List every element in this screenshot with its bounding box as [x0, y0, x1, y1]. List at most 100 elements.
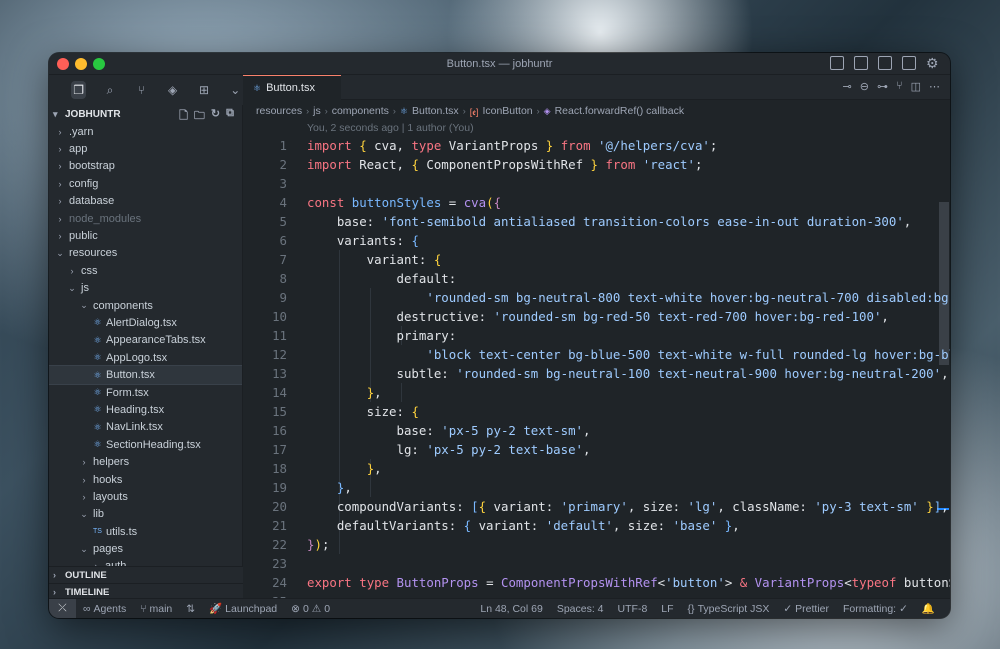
line-number: 9	[279, 290, 287, 305]
breadcrumb-item[interactable]: IconButton	[482, 105, 532, 117]
line-number: 4	[279, 195, 287, 210]
tree-item-label: NavLink.tsx	[106, 421, 163, 434]
commit-icon[interactable]: ⊖	[860, 80, 869, 93]
tab-button-tsx[interactable]: ⚛ Button.tsx	[243, 75, 341, 100]
tree-file[interactable]: ⚛ AppearanceTabs.tsx	[49, 332, 242, 349]
breadcrumb-item[interactable]: Button.tsx	[412, 105, 459, 117]
project-header[interactable]: ▾ JOBHUNTR 🗋 🗀 ↻ ⧉	[49, 105, 242, 123]
blame-annotation[interactable]: You, 2 seconds ago | 1 author (You)	[307, 122, 474, 134]
gear-icon[interactable]: ⚙	[926, 56, 940, 70]
breadcrumb-item[interactable]: React.forwardRef() callback	[555, 105, 685, 117]
code-token: VariantProps	[441, 138, 546, 153]
tree-folder[interactable]: › layouts	[49, 488, 242, 505]
tree-file[interactable]: ⚛ AlertDialog.tsx	[49, 314, 242, 331]
encoding[interactable]: UTF-8	[611, 603, 655, 615]
code-line: 3	[243, 174, 950, 193]
prettier-item[interactable]: ✓ Prettier	[776, 603, 836, 615]
code-token: 'px-5 py-2 text-sm'	[441, 423, 584, 438]
explorer-icon[interactable]: ❐	[71, 81, 87, 99]
notifications-icon[interactable]: 🔔	[915, 602, 942, 615]
search-icon[interactable]: ⌕	[102, 81, 117, 99]
chevron-down-icon[interactable]: ⌄	[228, 81, 243, 99]
status-bar-right: Ln 48, Col 69 Spaces: 4 UTF-8 LF {} TypeS…	[473, 602, 942, 616]
tree-file[interactable]: TS utils.ts	[49, 523, 242, 540]
tree-item-label: resources	[69, 247, 118, 260]
remote-icon[interactable]: ⤫	[49, 598, 76, 618]
source-control-icon[interactable]: ⑂	[134, 81, 149, 99]
chevron-right-icon: ›	[70, 265, 74, 276]
branch-item[interactable]: ⑂ main	[133, 603, 179, 615]
tree-folder[interactable]: ⌄ resources	[49, 245, 242, 262]
git-graph-icon[interactable]: ⑂	[896, 80, 903, 93]
go-back-icon[interactable]: ⊸	[843, 80, 852, 93]
tree-folder[interactable]: › bootstrap	[49, 158, 242, 175]
extensions-cube-icon[interactable]: ◈	[165, 81, 180, 99]
launchpad-label: Launchpad	[225, 602, 278, 615]
tree-folder[interactable]: ⌄ js	[49, 280, 242, 297]
code-editor[interactable]: 1 import { cva, type VariantProps } from …	[243, 136, 950, 598]
code-line: 17 lg: 'px-5 py-2 text-base',	[243, 440, 950, 459]
tree-file[interactable]: ⚛ AppLogo.tsx	[49, 349, 242, 366]
cursor-position[interactable]: Ln 48, Col 69	[473, 603, 549, 615]
tree-folder[interactable]: › public	[49, 227, 242, 244]
breadcrumb-item[interactable]: js	[313, 105, 321, 117]
code-line: 24 export type ButtonProps = ComponentPro…	[243, 573, 950, 592]
indentation[interactable]: Spaces: 4	[550, 603, 611, 615]
tree-folder[interactable]: ⌄ pages	[49, 540, 242, 557]
code-token: ;	[709, 138, 718, 153]
react-file-icon: ⚛	[93, 387, 102, 398]
code-text: },	[307, 383, 382, 402]
customize-layout-icon[interactable]	[902, 56, 916, 70]
code-text: variants: {	[307, 231, 419, 250]
tree-folder[interactable]: › app	[49, 140, 242, 157]
code-line: 4 const buttonStyles = cva({	[243, 193, 950, 212]
tab-label: Button.tsx	[266, 82, 315, 94]
compare-icon[interactable]: ⊶	[877, 80, 888, 93]
tree-file[interactable]: ⚛ Button.tsx	[49, 365, 242, 385]
tree-folder[interactable]: › database	[49, 193, 242, 210]
tree-folder[interactable]: › node_modules	[49, 210, 242, 227]
extensions-icon[interactable]: ⊞	[196, 81, 211, 99]
launchpad-item[interactable]: 🚀 Launchpad	[202, 602, 284, 616]
split-editor-icon[interactable]: ◫	[911, 80, 921, 93]
code-token: buttonStyles	[351, 195, 442, 210]
sync-item[interactable]: ⇅	[179, 603, 202, 615]
tree-folder[interactable]: › config	[49, 175, 242, 192]
tree-folder[interactable]: › helpers	[49, 453, 242, 470]
line-number: 1	[279, 138, 287, 153]
tree-folder[interactable]: ›auth	[49, 558, 242, 566]
tree-file[interactable]: ⚛ Form.tsx	[49, 384, 242, 401]
tree-file[interactable]: ⚛ SectionHeading.tsx	[49, 436, 242, 453]
line-number: 6	[279, 233, 287, 248]
tree-file[interactable]: ⚛ Heading.tsx	[49, 401, 242, 418]
end-of-line[interactable]: LF	[654, 603, 680, 615]
code-token: cva	[463, 195, 487, 210]
toggle-secondary-sidebar-icon[interactable]	[878, 56, 892, 70]
outline-panel-header[interactable]: › OUTLINE	[49, 566, 243, 583]
tree-folder[interactable]: › .yarn	[49, 123, 242, 140]
code-line: 6 variants: {	[243, 231, 950, 250]
toggle-sidebar-icon[interactable]	[830, 56, 844, 70]
line-number: 22	[272, 537, 287, 552]
formatting-item[interactable]: Formatting: ✓	[836, 603, 915, 615]
tree-item-label: .yarn	[69, 125, 94, 138]
line-number: 8	[279, 271, 287, 286]
breadcrumb-item[interactable]: resources	[256, 105, 302, 117]
tree-folder[interactable]: ⌄ components	[49, 297, 242, 314]
problems-item[interactable]: ⊗ 0 ⚠ 0	[284, 603, 337, 615]
chevron-right-icon: ›	[306, 106, 310, 116]
breadcrumb-item[interactable]: components	[332, 105, 389, 117]
tree-folder[interactable]: ⌄ lib	[49, 506, 242, 523]
toggle-panel-icon[interactable]	[854, 56, 868, 70]
more-actions-icon[interactable]: ⋯	[929, 80, 940, 93]
chevron-down-icon: ⌄	[80, 508, 88, 519]
tree-file[interactable]: ⚛ NavLink.tsx	[49, 419, 242, 436]
rocket-icon: 🚀	[209, 603, 223, 615]
agents-item[interactable]: ∞ Agents	[76, 603, 133, 615]
tree-folder[interactable]: › hooks	[49, 471, 242, 488]
tree-folder[interactable]: › css	[49, 262, 242, 279]
language-mode[interactable]: {} TypeScript JSX	[681, 603, 777, 615]
